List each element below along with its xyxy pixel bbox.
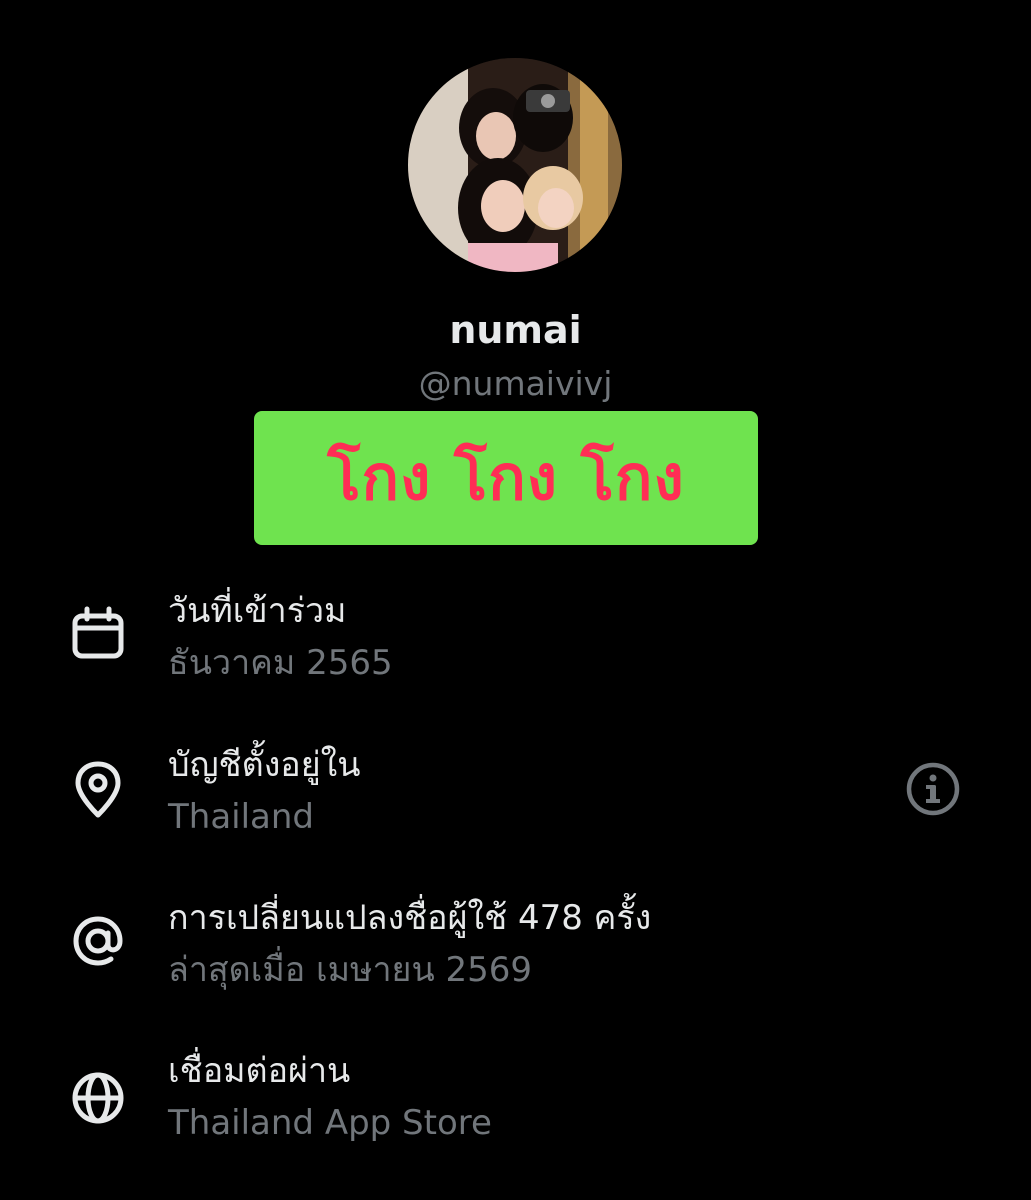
overlay-banner: โกง โกง โกง (254, 411, 758, 545)
joined-date-row: วันที่เข้าร่วม ธันวาคม 2565 (0, 588, 1031, 698)
account-location-row: บัญชีตั้งอยู่ใน Thailand (0, 742, 1031, 852)
display-name: numai (449, 308, 582, 352)
username-handle: @numaivivj (418, 364, 613, 403)
joined-label: วันที่เข้าร่วม (168, 591, 347, 631)
profile-avatar[interactable] (408, 58, 622, 272)
calendar-icon (68, 604, 128, 664)
banner-text: โกง โกง โกง (327, 441, 685, 514)
location-pin-icon (68, 760, 128, 820)
joined-value: ธันวาคม 2565 (168, 643, 393, 683)
username-changes-row: การเปลี่ยนแปลงชื่อผู้ใช้ 478 ครั้ง ล่าสุ… (0, 895, 1031, 1005)
info-icon[interactable] (904, 760, 962, 818)
location-label: บัญชีตั้งอยู่ใน (168, 745, 361, 785)
avatar-photo (408, 58, 622, 272)
connected-via-value: Thailand App Store (168, 1103, 492, 1143)
at-sign-icon (68, 911, 128, 971)
username-changes-label: การเปลี่ยนแปลงชื่อผู้ใช้ 478 ครั้ง (168, 898, 652, 938)
globe-icon (68, 1068, 128, 1128)
location-value: Thailand (168, 797, 315, 837)
connected-via-row: เชื่อมต่อผ่าน Thailand App Store (0, 1048, 1031, 1158)
connected-via-label: เชื่อมต่อผ่าน (168, 1051, 351, 1091)
username-changes-value: ล่าสุดเมื่อ เมษายน 2569 (168, 950, 533, 990)
